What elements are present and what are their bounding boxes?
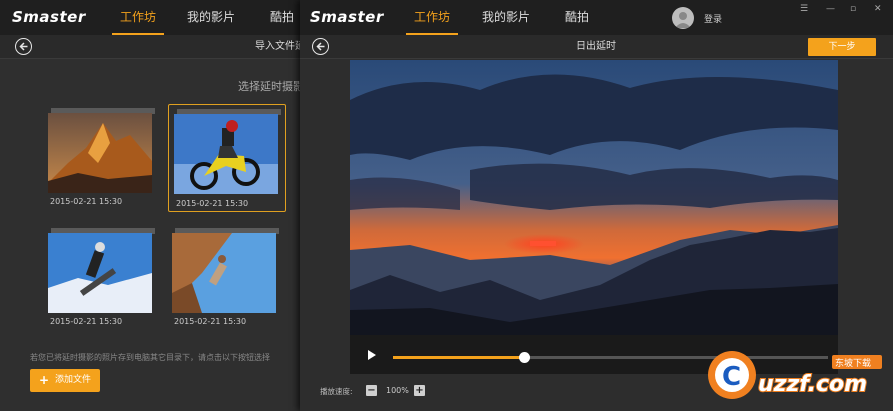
back-top-bar: Smaster 工作坊 我的影片 酷拍 [0,0,300,35]
album-thumbnail [172,233,276,313]
album-card[interactable]: 2015-02-21 15:30 [48,228,160,332]
progress-knob[interactable] [518,352,530,363]
import-tip-text: 若您已将延时摄影的照片存到电脑其它目录下，请点击以下按钮选择 [30,353,270,362]
tab-workshop[interactable]: 工作坊 [406,0,458,35]
album-date: 2015-02-21 15:30 [50,317,123,326]
tab-my-videos[interactable]: 我的影片 [478,0,534,35]
import-window: Smaster 工作坊 我的影片 酷拍 导入文件延 选择延时摄影 2015-02… [0,0,305,411]
import-title: 导入文件延 [255,41,305,52]
album-card[interactable]: 2015-02-21 15:30 [172,228,284,332]
tab-workshop[interactable]: 工作坊 [112,0,164,35]
playback-speed-label: 播放速度: [320,387,353,396]
app-logo: Smaster [12,8,86,26]
tab-my-videos[interactable]: 我的影片 [183,0,239,35]
menu-icon[interactable]: ☰ [800,4,808,14]
tab-cool-shoot[interactable]: 酷拍 [264,0,300,35]
user-avatar-icon[interactable] [672,7,694,29]
back-sub-bar: 导入文件延 [0,35,305,59]
tab-cool-shoot[interactable]: 酷拍 [559,0,595,35]
album-card-selected[interactable]: 2015-02-21 15:30 [168,104,286,212]
site-watermark: C uzzf.com 东坡下载 [708,351,882,399]
play-icon[interactable] [368,350,376,360]
add-file-label: 添加文件 [55,375,92,385]
close-icon[interactable]: ✕ [874,4,882,14]
sunrise-video-frame [350,60,838,335]
minimize-icon[interactable]: — [826,4,835,14]
login-link[interactable]: 登录 [704,12,722,25]
svg-text:C: C [722,362,741,392]
album-date: 2015-02-21 15:30 [50,197,123,206]
select-hint: 选择延时摄影 [238,80,304,93]
speed-decrease-button[interactable]: − [366,385,377,396]
svg-text:uzzf.com: uzzf.com [758,372,867,397]
maximize-icon[interactable]: ▫ [850,4,856,14]
app-logo: Smaster [310,8,384,26]
plus-icon: + [39,373,50,387]
speed-increase-button[interactable]: + [414,385,425,396]
back-arrow-icon[interactable] [15,38,32,55]
album-date: 2015-02-21 15:30 [176,199,249,208]
svg-text:东坡下载: 东坡下载 [835,357,871,369]
album-thumbnail [174,114,278,194]
video-player[interactable] [350,60,838,374]
album-card[interactable]: 2015-02-21 15:30 [48,108,160,212]
album-date: 2015-02-21 15:30 [174,317,247,326]
front-top-bar: Smaster 工作坊 我的影片 酷拍 登录 ☰ — ▫ ✕ [300,0,893,35]
album-thumbnail [48,113,152,193]
front-sub-bar: 日出延时 下一步 [300,35,893,59]
album-thumbnail [48,233,152,313]
add-file-button[interactable]: + 添加文件 [30,369,100,392]
project-title: 日出延时 [576,41,616,52]
back-arrow-icon[interactable] [312,38,329,55]
next-step-button[interactable]: 下一步 [808,38,876,56]
speed-value: 100% [386,386,409,395]
